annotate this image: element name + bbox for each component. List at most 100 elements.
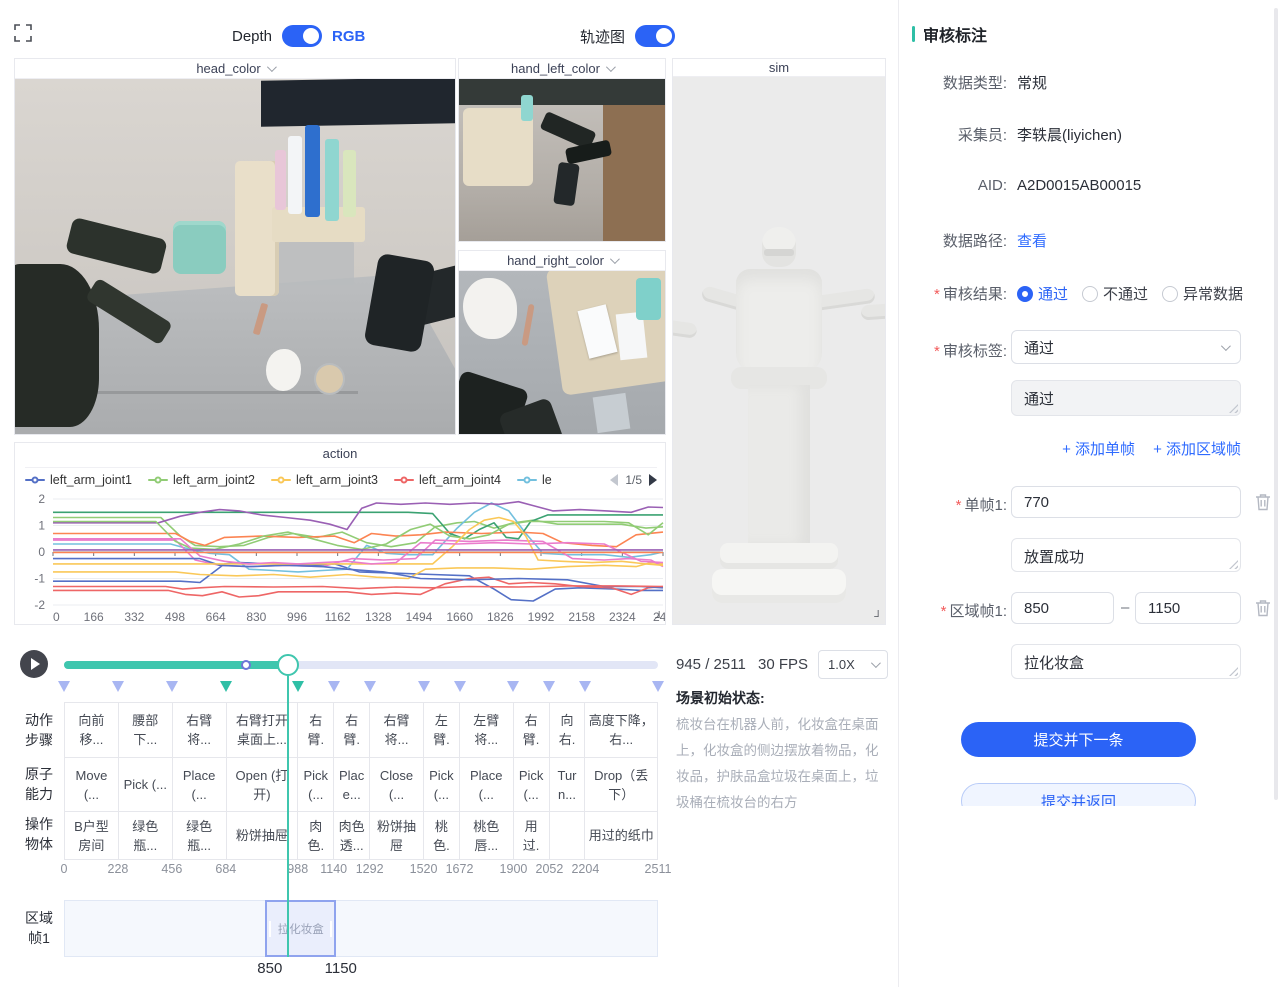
robot-torso-shape — [736, 269, 822, 373]
boundary-marker-icon — [418, 681, 430, 692]
mirror-shape — [261, 79, 455, 127]
table-cell: 右臂将... — [370, 703, 424, 757]
boundary-marker-icon — [364, 681, 376, 692]
resize-handle-icon[interactable]: ┘ — [874, 611, 882, 623]
svg-text:1992: 1992 — [528, 610, 555, 624]
depth-rgb-toggle[interactable] — [282, 25, 322, 47]
review-tag-select[interactable]: 通过 — [1011, 330, 1241, 364]
table-cell: Pick (... — [119, 758, 173, 811]
table-cell: 右臂. — [514, 703, 550, 757]
region-frame-labels: 8501150 — [64, 960, 658, 978]
legend-item[interactable]: left_arm_joint3 — [271, 473, 378, 487]
textarea-resize-icon[interactable] — [1229, 667, 1238, 676]
legend-item[interactable]: left_arm_joint1 — [25, 473, 132, 487]
submit-return-button[interactable]: 提交并返回 — [961, 783, 1196, 806]
table-cell — [550, 812, 586, 859]
play-button[interactable] — [20, 650, 48, 678]
submit-next-button[interactable]: 提交并下一条 — [961, 722, 1196, 757]
table-cell: 右臂. — [298, 703, 334, 757]
table-cell: 肉色. — [298, 812, 334, 859]
trajectory-toggle[interactable] — [635, 25, 675, 47]
axis-tick-label: 988 — [287, 862, 308, 876]
review-title-text: 审核标注 — [923, 22, 987, 46]
timeline-row: 向前移...腰部下...右臂将...右臂打开桌面上...右臂.右臂.右臂将...… — [65, 702, 658, 757]
svg-text:332: 332 — [124, 610, 144, 624]
hand-right-camera-panel: hand_right_color — [458, 250, 666, 435]
legend-item[interactable]: left_arm_joint2 — [148, 473, 255, 487]
resize-handle-icon[interactable]: ┘ — [655, 612, 663, 624]
svg-text:0: 0 — [53, 610, 60, 624]
row-label-atomic-ability: 原子能力 — [16, 764, 62, 804]
table-cell: Drop（丢下） — [585, 758, 658, 811]
svg-text:166: 166 — [84, 610, 104, 624]
toggle-knob — [303, 28, 319, 44]
timeline-row: B户型房间绿色瓶...绿色瓶...粉饼抽屉肉色.肉色透...粉饼抽屉桃色.桃色唇… — [65, 811, 658, 860]
table-cell: 右臂将... — [173, 703, 227, 757]
add-region-frame-link[interactable]: + 添加区域帧 — [1153, 438, 1241, 459]
legend-next-icon[interactable] — [649, 474, 657, 486]
review-result-radio-异常数据[interactable]: 异常数据 — [1162, 283, 1243, 304]
legend-pager: 1/5 — [610, 473, 657, 487]
review-tag-note-textarea[interactable]: 通过 — [1011, 380, 1241, 416]
hand-left-camera-panel: hand_left_color — [458, 58, 666, 242]
legend-item[interactable]: left_arm_joint4 — [394, 473, 501, 487]
boundary-marker-icon — [58, 681, 70, 692]
head-camera-header[interactable]: head_color — [15, 59, 455, 79]
region-frame-box[interactable]: 拉化妆盒 — [265, 900, 336, 957]
trajectory-label: 轨迹图 — [580, 26, 625, 47]
sim-panel: sim ┘ — [672, 58, 886, 625]
depth-label: Depth — [232, 28, 272, 45]
legend-prev-icon[interactable] — [610, 474, 618, 486]
add-single-frame-link[interactable]: + 添加单帧 — [1062, 438, 1135, 459]
region-frame-end-input[interactable]: 1150 — [1135, 592, 1241, 624]
textarea-resize-icon[interactable] — [1229, 560, 1238, 569]
trajectory-toggle-group: 轨迹图 — [580, 25, 675, 47]
playhead-line[interactable] — [287, 675, 289, 957]
data-type-label: 数据类型: — [911, 72, 1007, 93]
fullscreen-icon[interactable] — [14, 24, 32, 42]
svg-text:830: 830 — [246, 610, 266, 624]
hand-left-camera-header[interactable]: hand_left_color — [459, 59, 665, 79]
boundary-markers — [64, 681, 658, 694]
slider-fill — [64, 661, 288, 669]
delete-region-frame-icon[interactable] — [1255, 599, 1271, 617]
speed-select[interactable]: 1.0X — [818, 650, 888, 679]
single-frame-note-textarea[interactable]: 放置成功 — [1011, 538, 1241, 572]
data-type-value: 常规 — [1017, 72, 1047, 93]
scene-initial-state: 场景初始状态: 梳妆台在机器人前，化妆盒在桌面上，化妆盒的侧边摆放着物品，化妆品… — [676, 688, 890, 816]
action-chart-svg[interactable]: 210-1-2016633249866483099611621328149416… — [15, 489, 665, 625]
hand-right-camera-header[interactable]: hand_right_color — [459, 251, 665, 271]
svg-text:498: 498 — [165, 610, 185, 624]
axis-tick-label: 456 — [161, 862, 182, 876]
table-cell: 左臂. — [424, 703, 460, 757]
fps-label: 30 FPS — [758, 656, 808, 673]
region-frame-note-textarea[interactable]: 拉化妆盒 — [1011, 644, 1241, 679]
review-result-radio-group: 通过不通过异常数据 — [1017, 283, 1243, 304]
section-accent-bar — [912, 26, 915, 42]
review-result-radio-通过[interactable]: 通过 — [1017, 283, 1068, 304]
scrollbar[interactable] — [1274, 8, 1278, 800]
region-frame-label: *区域帧1: — [911, 600, 1007, 621]
row-label-action-steps: 动作步骤 — [16, 710, 62, 750]
textarea-resize-icon[interactable] — [1229, 404, 1238, 413]
single-frame-input[interactable]: 770 — [1011, 486, 1241, 518]
slider-handle[interactable] — [277, 654, 299, 676]
chevron-down-icon — [871, 658, 881, 668]
region-frame-text: 拉化妆盒 — [278, 921, 324, 937]
review-section-title: 审核标注 — [912, 22, 987, 46]
radio-icon — [1017, 286, 1033, 302]
single-frame-marker-dot[interactable] — [241, 660, 251, 670]
table-cell: 腰部下... — [119, 703, 173, 757]
playback-slider[interactable] — [64, 661, 658, 669]
review-result-radio-不通过[interactable]: 不通过 — [1082, 283, 1148, 304]
axis-tick-label: 1900 — [500, 862, 528, 876]
robot-pedestal-shape — [748, 385, 810, 545]
hand-right-camera-photo — [459, 271, 665, 434]
axis-tick-label: 684 — [215, 862, 236, 876]
region-frame-start-input[interactable]: 850 — [1011, 592, 1114, 624]
legend-item[interactable]: le — [517, 473, 552, 487]
chart-legend: left_arm_joint1 left_arm_joint2 left_arm_j… — [25, 467, 657, 487]
sim-viewport[interactable]: ┘ — [673, 77, 885, 624]
data-path-view-link[interactable]: 查看 — [1017, 230, 1047, 251]
delete-single-frame-icon[interactable] — [1255, 493, 1271, 511]
